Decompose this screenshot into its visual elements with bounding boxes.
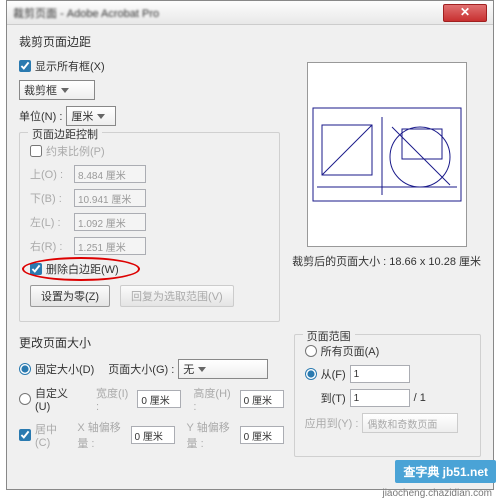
margin-top-field[interactable]: [74, 165, 146, 183]
fixed-size-radio[interactable]: [19, 363, 31, 375]
all-pages-label: 所有页面(A): [321, 343, 380, 359]
preview-thumbnail: [312, 107, 462, 202]
center-label: 居中(C): [35, 421, 65, 449]
unit-dropdown[interactable]: 厘米: [66, 106, 116, 126]
change-size-heading: 更改页面大小: [19, 334, 284, 351]
page-size-label: 页面大小(G) :: [108, 361, 174, 377]
from-field[interactable]: [350, 365, 410, 383]
margin-top-label: 上(O) :: [30, 166, 70, 182]
width-field[interactable]: [137, 390, 181, 408]
to-field[interactable]: [350, 389, 410, 407]
watermark-url: jiaocheng.chazidian.com: [382, 488, 492, 499]
apply-to-label: 应用到(Y) :: [305, 415, 359, 431]
margin-right-label: 右(R) :: [30, 238, 70, 254]
close-button[interactable]: ✕: [443, 4, 487, 22]
apply-to-value: 偶数和奇数页面: [367, 416, 437, 431]
apply-to-dropdown[interactable]: 偶数和奇数页面: [362, 413, 458, 433]
from-label: 从(F): [321, 366, 346, 382]
xoffset-label: X 轴偏移量 :: [77, 419, 126, 451]
crop-box-value: 裁剪框: [24, 82, 57, 98]
watermark-badge: 查字典 jb51.net: [395, 460, 496, 483]
margin-left-label: 左(L) :: [30, 214, 70, 230]
xoffset-field[interactable]: [131, 426, 175, 444]
show-all-boxes-checkbox[interactable]: [19, 60, 31, 72]
chevron-down-icon: [97, 114, 105, 119]
page-size-dropdown[interactable]: 无: [178, 359, 268, 379]
remove-white-margins-checkbox[interactable]: [30, 263, 42, 275]
constrain-label: 约束比例(P): [46, 143, 105, 159]
constrain-checkbox[interactable]: [30, 145, 42, 157]
titlebar: 裁剪页面 - Adobe Acrobat Pro ✕: [7, 1, 493, 25]
page-size-value: 无: [183, 361, 194, 377]
set-zero-button[interactable]: 设置为零(Z): [30, 285, 110, 307]
revert-selection-button[interactable]: 回复为选取范围(V): [120, 285, 234, 307]
from-page-radio[interactable]: [305, 368, 317, 380]
custom-size-radio[interactable]: [19, 393, 31, 405]
height-label: 高度(H) :: [193, 385, 235, 413]
show-all-boxes-label: 显示所有框(X): [35, 58, 105, 74]
margin-right-field[interactable]: [74, 237, 146, 255]
page-range-legend: 页面范围: [303, 328, 355, 344]
all-pages-radio[interactable]: [305, 345, 317, 357]
margin-control-legend: 页面边距控制: [28, 126, 102, 142]
height-field[interactable]: [240, 390, 284, 408]
chevron-down-icon: [198, 367, 206, 372]
margin-bottom-label: 下(B) :: [30, 190, 70, 206]
remove-white-margins-label: 删除白边距(W): [46, 261, 119, 277]
preview-caption: 裁剪后的页面大小 : 18.66 x 10.28 厘米: [292, 253, 481, 269]
crop-box-dropdown[interactable]: 裁剪框: [19, 80, 95, 100]
margin-left-field[interactable]: [74, 213, 146, 231]
yoffset-field[interactable]: [240, 426, 284, 444]
page-preview: [307, 62, 467, 247]
margin-bottom-field[interactable]: [74, 189, 146, 207]
unit-value: 厘米: [71, 108, 93, 124]
chevron-down-icon: [61, 88, 69, 93]
unit-label: 单位(N) :: [19, 108, 62, 124]
width-label: 宽度(I) :: [96, 385, 133, 413]
yoffset-label: Y 轴偏移量 :: [187, 419, 236, 451]
center-checkbox[interactable]: [19, 429, 31, 441]
page-total: / 1: [414, 392, 426, 404]
custom-size-label: 自定义(U): [35, 385, 82, 413]
crop-margin-heading: 裁剪页面边距: [19, 33, 481, 50]
window-title: 裁剪页面 - Adobe Acrobat Pro: [13, 5, 443, 21]
fixed-size-label: 固定大小(D): [35, 361, 94, 377]
to-label: 到(T): [321, 390, 346, 406]
